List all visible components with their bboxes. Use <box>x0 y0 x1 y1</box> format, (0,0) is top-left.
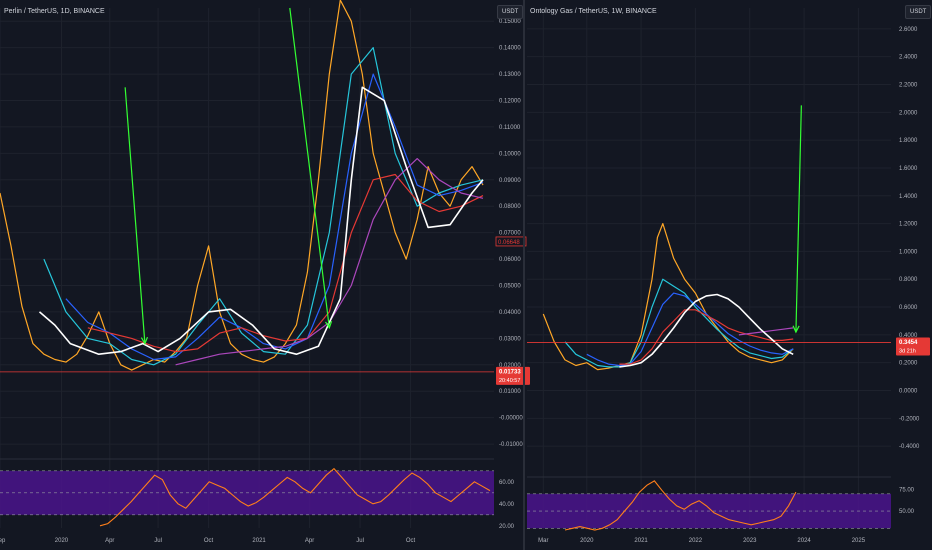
y-tick-label: -0.01000 <box>499 442 523 448</box>
ma-value-label: 0.06648 <box>498 240 520 246</box>
y-tick-label: 0.8000 <box>899 277 918 283</box>
y-tick-label: 0.15000 <box>499 19 521 25</box>
rsi-tick-label: 60.00 <box>499 480 515 486</box>
y-tick-label: 0.05000 <box>499 284 521 290</box>
x-tick-label: 2021 <box>634 538 648 544</box>
rsi-tick-label: 20.00 <box>499 524 515 530</box>
y-tick-label: 1.2000 <box>899 222 918 228</box>
y-tick-label: 0.08000 <box>499 204 521 210</box>
right-currency-badge[interactable]: USDT <box>905 5 932 19</box>
chart-stage: 0.15000 0.14000 0.13000 0.12000 0.11000 0.100… <box>0 0 932 550</box>
y-tick-label: 0.6000 <box>899 305 918 311</box>
y-tick-label: -0.00000 <box>499 416 523 422</box>
x-tick-label: 2022 <box>689 538 703 544</box>
x-tick-label: Mar <box>538 538 548 544</box>
x-tick-label: Apr <box>305 538 314 544</box>
rsi-tick-label: 75.00 <box>899 487 915 493</box>
y-tick-label: 0.04000 <box>499 310 521 316</box>
x-tick-label: 2020 <box>580 538 594 544</box>
rsi-tick-label: 50.00 <box>899 509 915 515</box>
y-tick-label: 2.4000 <box>899 55 918 61</box>
x-tick-label: Oct <box>204 538 214 544</box>
x-tick-label: 2023 <box>743 538 757 544</box>
x-tick-label: 2025 <box>852 538 866 544</box>
left-chart-title: Perlin / TetherUS, 1D, BINANCE <box>4 8 105 15</box>
x-tick-label: 2024 <box>797 538 811 544</box>
y-tick-label: 0.0000 <box>899 389 918 395</box>
y-tick-label: 0.07000 <box>499 231 521 237</box>
y-tick-label: 0.01000 <box>499 389 521 395</box>
y-tick-label: 0.11000 <box>499 125 521 131</box>
y-tick-label: 1.8000 <box>899 138 918 144</box>
y-tick-label: 0.03000 <box>499 336 521 342</box>
x-tick-label: Jul <box>356 538 364 544</box>
y-tick-label: 2.6000 <box>899 27 918 33</box>
price-label: 0.01733 <box>499 369 521 375</box>
y-tick-label: -0.2000 <box>899 416 920 422</box>
y-tick-label: 0.10000 <box>499 151 521 157</box>
price-label: 0.3454 <box>899 340 918 346</box>
x-tick-label: Jul <box>154 538 162 544</box>
y-tick-label: -0.4000 <box>899 444 920 450</box>
y-tick-label: 0.12000 <box>499 99 521 105</box>
y-tick-label: 0.2000 <box>899 361 918 367</box>
x-tick-label: Sep <box>0 538 6 544</box>
price-countdown: 20:40:57 <box>499 378 520 384</box>
y-tick-label: 2.0000 <box>899 110 918 116</box>
x-tick-label: 2020 <box>55 538 69 544</box>
x-tick-label: 2021 <box>252 538 266 544</box>
y-tick-label: 1.6000 <box>899 166 918 172</box>
right-chart-title: Ontology Gas / TetherUS, 1W, BINANCE <box>530 8 657 15</box>
y-tick-label: 1.0000 <box>899 249 918 255</box>
y-tick-label: 1.4000 <box>899 194 918 200</box>
x-tick-label: Apr <box>105 538 114 544</box>
x-tick-label: Oct <box>406 538 416 544</box>
y-tick-label: 0.13000 <box>499 72 521 78</box>
y-tick-label: 0.14000 <box>499 46 521 52</box>
rsi-tick-label: 40.00 <box>499 502 515 508</box>
y-tick-label: 0.06000 <box>499 257 521 263</box>
price-countdown: 3d 21h <box>899 348 916 354</box>
left-currency-badge[interactable]: USDT <box>497 5 524 19</box>
y-tick-label: 2.2000 <box>899 83 918 89</box>
y-tick-label: 0.09000 <box>499 178 521 184</box>
